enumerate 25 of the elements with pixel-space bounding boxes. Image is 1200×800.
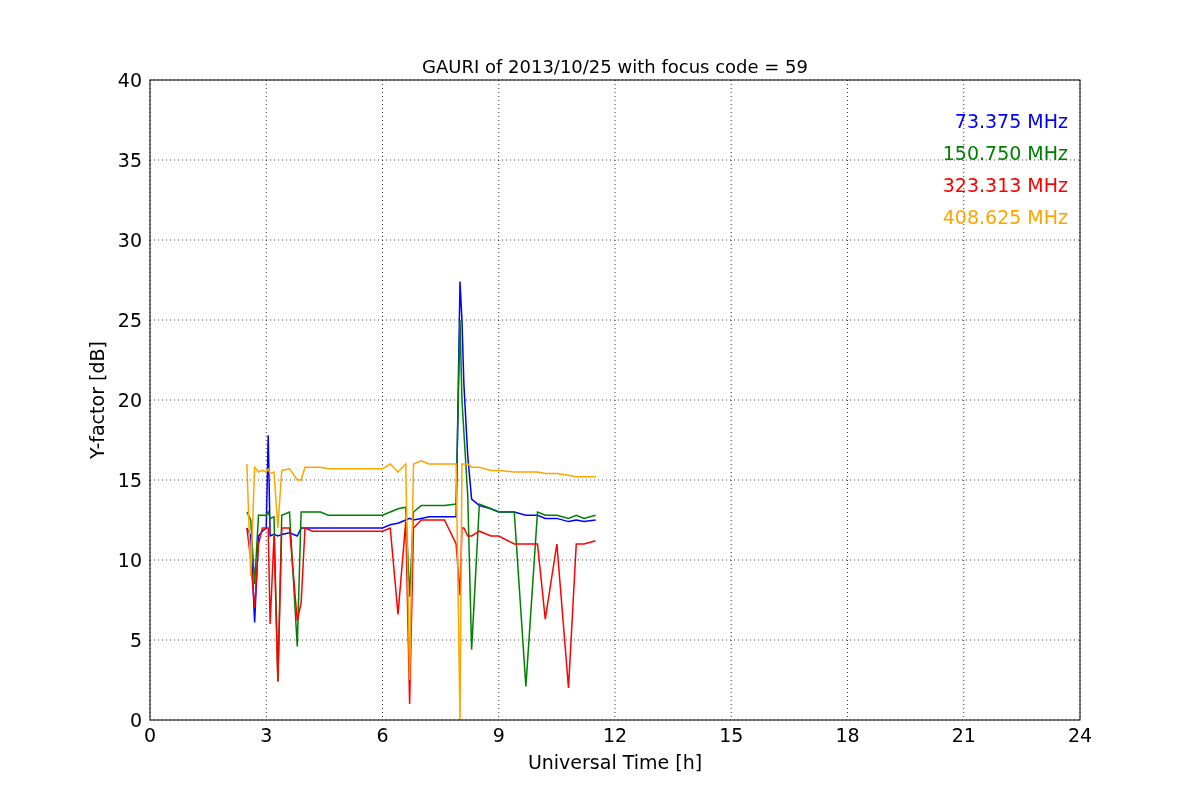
x-tick-label: 18	[835, 724, 860, 746]
chart-title: GAURI of 2013/10/25 with focus code = 59	[422, 56, 808, 77]
y-tick-label: 15	[117, 469, 142, 491]
x-tick-label: 0	[143, 724, 157, 746]
legend-label: 408.625 MHz	[942, 206, 1068, 228]
y-tick-label: 5	[129, 629, 142, 651]
y-tick-label: 25	[117, 309, 142, 331]
legend-label: 73.375 MHz	[954, 110, 1068, 132]
legend-label: 150.750 MHz	[942, 142, 1068, 164]
y-tick-label: 0	[129, 709, 142, 731]
x-tick-label: 6	[376, 724, 389, 746]
y-tick-label: 20	[117, 389, 142, 411]
legend-label: 323.313 MHz	[942, 174, 1068, 196]
x-tick-label: 24	[1067, 724, 1093, 746]
x-tick-label: 12	[602, 724, 628, 746]
x-axis-label: Universal Time [h]	[527, 751, 703, 773]
y-tick-label: 10	[117, 549, 142, 571]
x-tick-label: 3	[260, 724, 273, 746]
x-tick-label: 21	[951, 724, 976, 746]
y-axis-label: Y-factor [dB]	[86, 341, 108, 459]
x-tick-label: 9	[492, 724, 505, 746]
y-tick-label: 30	[117, 229, 142, 251]
y-tick-label: 40	[117, 69, 142, 91]
y-tick-label: 35	[117, 149, 142, 171]
x-tick-label: 15	[719, 724, 744, 746]
